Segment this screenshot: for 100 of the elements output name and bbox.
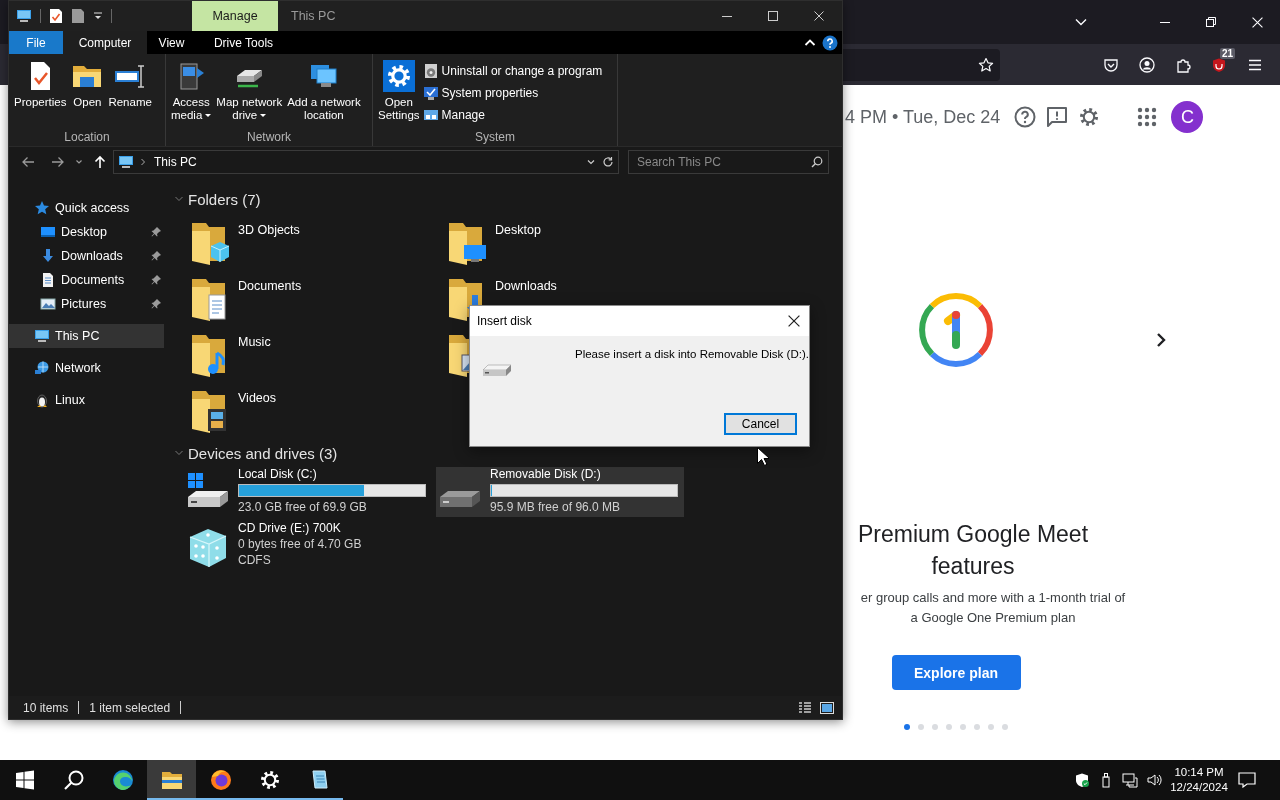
ribbon-tab[interactable]: Computer (63, 31, 147, 54)
address-field[interactable]: This PC (113, 150, 619, 174)
breadcrumb[interactable]: This PC (154, 155, 197, 169)
ribbon-button[interactable]: System properties (422, 82, 603, 104)
bookmark-star-icon[interactable] (978, 56, 994, 73)
nav-item[interactable]: Documents (9, 268, 164, 292)
feedback-icon[interactable] (1045, 105, 1070, 129)
clock-time[interactable]: 10:14 PM (1174, 765, 1224, 780)
ribbon-button[interactable]: Add a network location (285, 60, 363, 122)
carousel-dot[interactable] (932, 724, 938, 730)
carousel-dot[interactable] (946, 724, 952, 730)
drive-name: Removable Disk (D:) (490, 467, 602, 482)
close-icon[interactable] (788, 315, 800, 327)
dropdown-chevron-icon[interactable] (586, 157, 596, 167)
volume-icon[interactable] (1146, 772, 1162, 788)
up-arrow-icon[interactable] (93, 155, 107, 169)
nav-item[interactable]: Linux (9, 388, 164, 412)
drive-detail: 0 bytes free of 4.70 GB (238, 536, 362, 552)
search-icon[interactable] (811, 156, 823, 168)
ribbon-button[interactable]: Properties (12, 60, 69, 109)
chevron-right-icon (139, 158, 147, 166)
page-icon[interactable] (71, 8, 85, 24)
drive-icon (482, 362, 512, 378)
taskbar-app[interactable] (147, 760, 196, 800)
browser-swirl-icon (110, 768, 135, 792)
refresh-icon[interactable] (602, 156, 614, 168)
carousel-dot[interactable] (904, 724, 910, 730)
ribbon-button[interactable]: Manage (422, 104, 603, 126)
folder-item[interactable]: Desktop (446, 219, 703, 275)
group-header[interactable]: Folders (7) (174, 189, 842, 209)
puzzle-icon[interactable] (1175, 56, 1191, 73)
nav-item[interactable]: This PC (9, 324, 164, 348)
gear-icon (382, 60, 415, 92)
help-icon[interactable] (1013, 105, 1038, 129)
chevron-pocket-icon[interactable] (1103, 56, 1119, 73)
carousel-dot[interactable] (974, 724, 980, 730)
folder-item[interactable]: Music (189, 331, 446, 387)
globe-network-icon (34, 360, 50, 376)
drive-icon (440, 491, 480, 507)
notification-icon[interactable] (1238, 772, 1256, 788)
free-space-text: 95.9 MB free of 96.0 MB (490, 499, 622, 515)
document-icon (40, 272, 56, 288)
star-icon (34, 200, 50, 216)
forward-arrow-icon[interactable] (51, 155, 65, 169)
search-field[interactable]: Search This PC (628, 150, 829, 174)
carousel-dot[interactable] (918, 724, 924, 730)
context-tab[interactable]: Manage (192, 1, 278, 31)
carousel-dot[interactable] (988, 724, 994, 730)
ribbon-tab[interactable]: Drive Tools (196, 31, 291, 54)
network-icon[interactable] (1122, 772, 1138, 788)
ribbon-button[interactable]: Map network drive (214, 60, 285, 122)
dropdown-icon[interactable] (93, 11, 103, 21)
monitor-check-icon (422, 85, 439, 101)
account-avatar[interactable]: C (1171, 101, 1204, 133)
ribbon-button[interactable]: Open Settings (376, 60, 422, 122)
restore-icon[interactable] (1206, 17, 1216, 27)
date-time-text: 4 PM • Tue, Dec 24 (845, 106, 1001, 128)
maximize-icon[interactable] (768, 11, 778, 21)
group-label: Network (246, 130, 292, 146)
nav-item[interactable]: Downloads (9, 244, 164, 268)
details-view-icon[interactable] (798, 700, 812, 715)
carousel-dot[interactable] (1002, 724, 1008, 730)
ribbon-tab[interactable]: File (9, 31, 63, 54)
account-icon[interactable] (1139, 56, 1155, 73)
folder-item[interactable]: 3D Objects (189, 219, 446, 275)
ribbon-button[interactable]: Uninstall or change a program (422, 60, 603, 82)
ribbon-button[interactable]: Open (69, 60, 106, 109)
logo-icon (917, 291, 995, 369)
large-icons-view-icon[interactable] (820, 700, 834, 715)
nav-item[interactable]: Pictures (9, 292, 164, 316)
drive-name: Local Disk (C:) (238, 467, 318, 482)
computer-icon (34, 328, 50, 344)
shield-icon[interactable] (1211, 56, 1227, 73)
nav-item[interactable]: Desktop (9, 220, 164, 244)
drive-item[interactable]: CD Drive (E:) 700K 0 bytes free of 4.70 GB CDFS (184, 521, 432, 571)
ribbon-button[interactable]: Rename (106, 60, 154, 109)
clock-date[interactable]: 12/24/2024 (1170, 780, 1228, 795)
desktop-icon (40, 224, 56, 240)
nav-item[interactable]: Network (9, 356, 164, 380)
back-arrow-icon[interactable] (21, 155, 35, 169)
properties-icon[interactable] (49, 8, 63, 24)
ribbon-tab[interactable]: View (147, 31, 196, 54)
shield-check-icon[interactable] (1074, 772, 1090, 788)
free-space-text: 23.0 GB free of 69.9 GB (238, 499, 368, 515)
ribbon-button[interactable]: Access media (169, 60, 214, 122)
explore-plan-button[interactable]: Explore plan (891, 655, 1021, 690)
group-header[interactable]: Devices and drives (3) (174, 443, 842, 463)
carousel-dot[interactable] (960, 724, 966, 730)
download-icon (40, 248, 56, 264)
cancel-button[interactable]: Cancel (724, 413, 797, 435)
help-icon[interactable] (822, 34, 838, 51)
drive-item[interactable]: Local Disk (C:) 23.0 GB free of 69.9 GB (184, 467, 432, 517)
item-count: 10 items (23, 700, 69, 715)
count-badge: 21 (1219, 47, 1235, 59)
drive-detail: CDFS (238, 552, 272, 568)
folder-item[interactable]: Documents (189, 275, 446, 331)
promo-text: er group calls and more with a 1-month trial of a Google One Premium plan (859, 589, 1127, 627)
folder-item[interactable]: Videos (189, 387, 446, 443)
nav-item[interactable]: Quick access (9, 196, 164, 220)
drive-item[interactable]: Removable Disk (D:) 95.9 MB free of 96.0 MB (436, 467, 684, 517)
